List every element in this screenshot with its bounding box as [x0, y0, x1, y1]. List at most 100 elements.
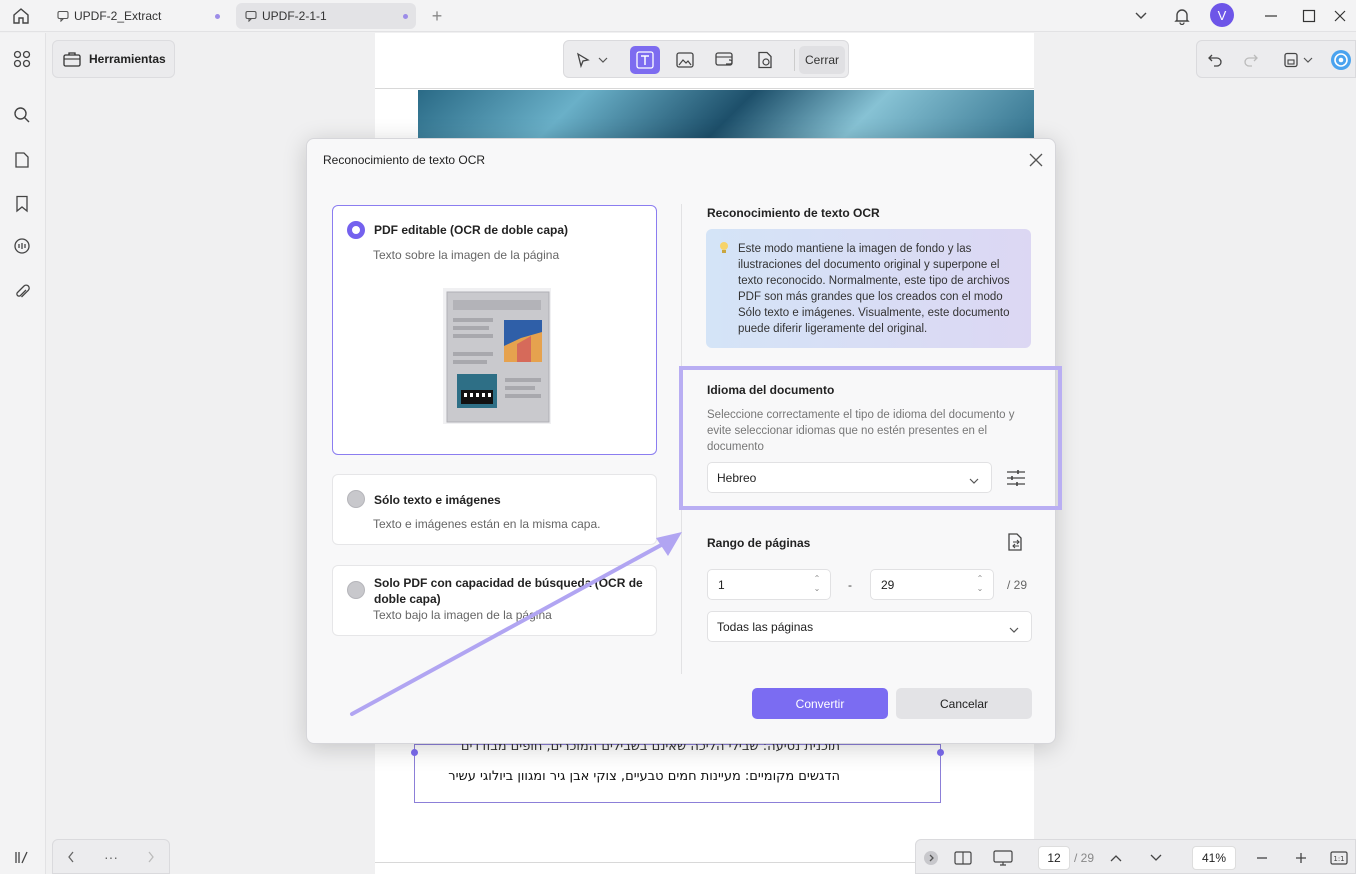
undo-icon[interactable] [1203, 48, 1227, 72]
bell-icon[interactable] [1170, 4, 1194, 28]
range-to-input[interactable]: 29 ⌃ ⌄ [870, 569, 994, 600]
stepper-arrows-icon[interactable]: ⌃ ⌄ [812, 574, 822, 596]
attachment-icon[interactable] [10, 280, 34, 304]
page-nav-left: ··· [52, 839, 170, 874]
bookmark-icon[interactable] [10, 192, 34, 216]
zoom-in-icon[interactable] [1291, 846, 1311, 870]
ai-assistant-icon[interactable] [1329, 48, 1353, 72]
chevron-down-icon[interactable] [1301, 48, 1315, 72]
chevron-right-icon[interactable] [139, 846, 163, 868]
tab-label: UPDF-2_Extract [74, 9, 162, 23]
presentation-icon[interactable] [992, 846, 1014, 870]
page-number-input[interactable]: 12 [1038, 846, 1070, 870]
pages-icon[interactable] [10, 148, 34, 172]
ocr-info-box: Este modo mantiene la imagen de fondo y … [706, 229, 1031, 348]
option-text-images[interactable]: Sólo texto e imágenes Texto e imágenes e… [332, 474, 657, 545]
new-tab-plus-icon[interactable]: + [428, 6, 446, 26]
text-tool-icon[interactable] [630, 46, 660, 74]
close-window-icon[interactable] [1328, 4, 1352, 28]
text-block[interactable]: תוכנית נסיעה: שבילי הליכה שאינם בשבילים … [414, 739, 941, 803]
chevron-down-icon [969, 474, 979, 484]
zoom-out-icon[interactable] [1252, 846, 1272, 870]
chevron-left-icon[interactable] [59, 846, 83, 868]
edit-toolbar: Cerrar [563, 40, 849, 78]
text-line: הדגשים מקומיים: מעיינות חמים טבעיים, צוק… [448, 769, 840, 784]
range-from-value: 1 [718, 577, 725, 592]
language-value: Hebreo [717, 470, 757, 485]
option-title: Sólo texto e imágenes [374, 493, 501, 507]
save-icon[interactable] [1279, 48, 1303, 72]
chevron-down-icon [1009, 623, 1019, 633]
close-icon[interactable] [1026, 150, 1046, 170]
language-desc: Seleccione correctamente el tipo de idio… [707, 409, 1015, 453]
range-separator: - [848, 578, 852, 592]
zoom-level[interactable]: 41% [1192, 846, 1236, 870]
ocr-section-title: Reconocimiento de texto OCR [707, 206, 880, 220]
svg-text:1:1: 1:1 [1333, 855, 1344, 863]
tab-label: UPDF-2-1-1 [262, 9, 327, 23]
comment-icon [56, 9, 70, 23]
right-toolbar [1196, 40, 1356, 78]
tools-label: Herramientas [89, 52, 166, 66]
dialog-title: Reconocimiento de texto OCR [323, 153, 486, 167]
comment-icon [244, 9, 258, 23]
ocr-info-text: Este modo mantiene la imagen de fondo y … [738, 243, 1010, 335]
home-icon[interactable] [8, 4, 34, 28]
avatar[interactable]: V [1210, 3, 1234, 27]
chevron-down-icon[interactable] [1146, 846, 1166, 870]
chevron-down-icon[interactable] [594, 46, 612, 74]
chevron-down-icon[interactable] [1129, 4, 1153, 28]
status-bar: 12 / 29 41% 1:1 [915, 839, 1356, 874]
resize-handle[interactable] [411, 749, 418, 756]
collapse-arrow-icon[interactable] [922, 846, 940, 870]
option-title: Solo PDF con capacidad de búsqueda (OCR … [374, 576, 643, 606]
minimize-icon[interactable] [1259, 4, 1283, 28]
reading-mode-icon[interactable] [952, 846, 974, 870]
page-divider [375, 88, 1034, 89]
redo-icon[interactable] [1239, 48, 1263, 72]
option-title: PDF editable (OCR de doble capa) [374, 223, 569, 237]
link-tool-icon[interactable] [710, 46, 740, 74]
option-searchable-pdf[interactable]: Solo PDF con capacidad de búsqueda (OCR … [332, 565, 657, 636]
resize-handle[interactable] [937, 749, 944, 756]
page-range-select[interactable]: Todas las páginas [707, 611, 1032, 642]
option-editable-pdf[interactable]: PDF editable (OCR de doble capa) Texto s… [332, 205, 657, 455]
document-illustration-icon [439, 286, 555, 429]
lightbulb-icon [718, 241, 732, 255]
tools-button[interactable]: Herramientas [52, 40, 175, 78]
actual-size-icon[interactable]: 1:1 [1328, 846, 1350, 870]
chevron-up-icon[interactable] [1106, 846, 1126, 870]
search-icon[interactable] [10, 103, 34, 127]
page-range-value: Todas las páginas [717, 619, 814, 634]
settings-sliders-icon[interactable] [1005, 467, 1027, 489]
radio-searchable-pdf[interactable] [347, 581, 365, 599]
comments-icon[interactable] [10, 235, 34, 259]
toolbox-icon [63, 50, 81, 68]
tab-updf-2-1-1[interactable]: UPDF-2-1-1 [236, 3, 416, 29]
range-to-value: 29 [881, 577, 895, 592]
language-select[interactable]: Hebreo [707, 462, 992, 493]
tab-updf-2-extract[interactable]: UPDF-2_Extract [48, 3, 228, 29]
ocr-tool-icon[interactable] [750, 46, 780, 74]
stepper-arrows-icon[interactable]: ⌃ ⌄ [975, 574, 985, 596]
range-title: Rango de páginas [707, 536, 811, 550]
close-edit-button[interactable]: Cerrar [799, 46, 845, 74]
language-title: Idioma del documento [707, 383, 835, 397]
cancel-button[interactable]: Cancelar [896, 688, 1032, 719]
range-from-input[interactable]: 1 ⌃ ⌄ [707, 569, 831, 600]
radio-text-images[interactable] [347, 490, 365, 508]
unsaved-dot-icon [403, 14, 408, 19]
option-desc: Texto bajo la imagen de la página [373, 608, 552, 622]
range-total: / 29 [1007, 578, 1028, 592]
radio-editable-pdf[interactable] [347, 221, 365, 239]
page-total: / 29 [1073, 851, 1094, 865]
apps-grid-icon[interactable] [10, 47, 34, 71]
page-divider [375, 862, 915, 863]
image-tool-icon[interactable] [670, 46, 700, 74]
title-bar: UPDF-2_Extract UPDF-2-1-1 + V [0, 0, 1356, 32]
more-icon[interactable]: ··· [99, 846, 123, 868]
maximize-icon[interactable] [1297, 4, 1321, 28]
page-range-icon[interactable] [1005, 532, 1027, 554]
sidebar-toggle-icon[interactable] [10, 845, 34, 869]
convert-button[interactable]: Convertir [752, 688, 888, 719]
